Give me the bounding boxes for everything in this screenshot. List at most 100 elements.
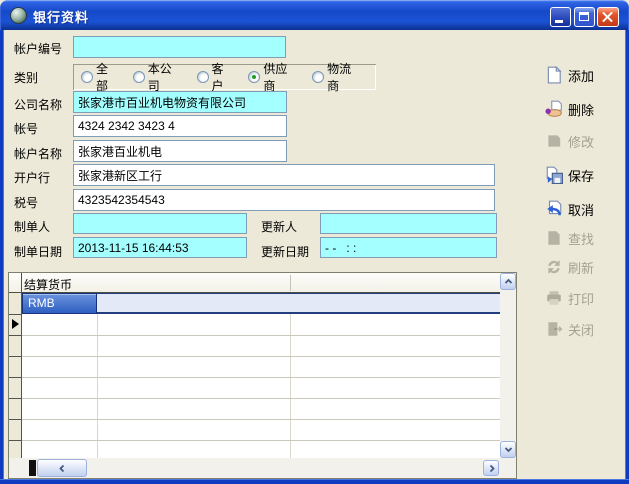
indicator-divider: [9, 398, 22, 399]
radio-option-4[interactable]: 物流商: [312, 60, 363, 94]
indicator-divider: [9, 440, 22, 441]
action-print-button: 打印: [545, 287, 621, 309]
grid-row-line: [22, 377, 507, 378]
radio-selected-icon: [248, 71, 260, 83]
radio-option-0[interactable]: 全部: [81, 60, 120, 94]
modify-icon: [545, 132, 563, 150]
grid-header-stub: [9, 273, 22, 293]
indicator-divider: [9, 377, 22, 378]
row-indicator-column: [9, 293, 22, 458]
close-button[interactable]: [597, 7, 619, 27]
bank-account-label: 帐号: [14, 120, 38, 137]
account-no-label: 帐户编号: [14, 40, 62, 57]
maximize-icon: [579, 12, 589, 21]
vertical-scrollbar[interactable]: [500, 273, 516, 458]
radio-option-3[interactable]: 供应商: [248, 60, 299, 94]
add-doc-icon: [545, 66, 563, 84]
tax-no-input[interactable]: [73, 189, 495, 211]
grid-row-line: [22, 398, 507, 399]
action-find-button: 查找: [545, 227, 621, 249]
tax-no-label: 税号: [14, 194, 38, 211]
minimize-button[interactable]: [550, 7, 571, 27]
indicator-divider: [9, 335, 22, 336]
scroll-up-button[interactable]: [500, 273, 516, 290]
account-no-input[interactable]: [73, 36, 286, 58]
currency-grid: 结算货币 RMB: [8, 272, 517, 479]
current-row-arrow-icon: [12, 319, 19, 329]
minimize-icon: [555, 20, 563, 23]
grid-row-line: [22, 356, 507, 357]
bank-branch-label: 开户行: [14, 169, 50, 186]
window-frame-right: [625, 30, 629, 484]
radio-icon: [197, 71, 209, 83]
radio-icon: [133, 71, 145, 83]
action-cancel-button[interactable]: 取消: [545, 198, 621, 220]
scroll-down-button[interactable]: [500, 441, 516, 458]
grid-cell-currency[interactable]: RMB: [22, 293, 97, 314]
find-icon: [545, 229, 563, 247]
action-label: 查找: [568, 229, 594, 248]
titlebar: 银行资料: [0, 0, 629, 30]
delete-hand-icon: [545, 100, 563, 118]
action-close-door-button: 关闭: [545, 318, 621, 340]
grid-row-line: [22, 335, 507, 336]
radio-option-label: 客户: [212, 60, 236, 94]
indicator-divider: [9, 419, 22, 420]
update-date-input[interactable]: [320, 237, 497, 258]
action-label: 删除: [568, 100, 594, 119]
cancel-icon: [545, 200, 563, 218]
close-door-icon: [545, 320, 563, 338]
action-label: 添加: [568, 66, 594, 85]
radio-option-1[interactable]: 本公司: [133, 60, 184, 94]
window-title: 银行资料: [33, 7, 89, 26]
category-label: 类别: [14, 69, 38, 86]
account-name-label: 帐户名称: [14, 145, 62, 162]
grid-column-header-currency[interactable]: 结算货币: [24, 276, 72, 293]
account-name-input[interactable]: [73, 140, 287, 162]
maximize-button[interactable]: [574, 7, 595, 27]
chevron-right-icon: [487, 464, 496, 473]
action-label: 关闭: [568, 320, 594, 339]
grid-row-line: [22, 419, 507, 420]
chevron-up-icon: [504, 277, 513, 286]
save-icon: [545, 166, 563, 184]
radio-option-2[interactable]: 客户: [197, 60, 236, 94]
window-frame-bottom: [0, 479, 629, 484]
scroll-right-button[interactable]: [483, 460, 499, 476]
update-date-label: 更新日期: [261, 243, 309, 260]
action-label: 取消: [568, 200, 594, 219]
indicator-divider: [9, 314, 22, 315]
grid-row-line: [22, 440, 507, 441]
action-save-button[interactable]: 保存: [545, 164, 621, 186]
creator-label: 制单人: [14, 218, 50, 235]
bank-branch-input[interactable]: [73, 164, 495, 186]
scroll-left-button[interactable]: [37, 459, 87, 477]
category-radio-group: 全部本公司客户供应商物流商: [73, 64, 376, 90]
window-frame-left: [0, 30, 4, 484]
creator-input[interactable]: [73, 213, 247, 234]
chevron-down-icon: [504, 445, 513, 454]
create-date-input[interactable]: [73, 237, 247, 258]
bank-account-input[interactable]: [73, 115, 287, 137]
company-name-label: 公司名称: [14, 96, 62, 113]
radio-option-label: 物流商: [327, 60, 363, 94]
radio-icon: [312, 71, 324, 83]
company-name-input[interactable]: [73, 91, 287, 113]
radio-icon: [81, 71, 93, 83]
grid-header-row: 结算货币: [9, 273, 500, 293]
grid-header-divider: [290, 275, 291, 291]
updater-input[interactable]: [320, 213, 497, 234]
refresh-icon: [545, 258, 563, 276]
action-delete-hand-button[interactable]: 删除: [545, 98, 621, 120]
print-icon: [545, 289, 563, 307]
action-label: 打印: [568, 289, 594, 308]
create-date-label: 制单日期: [14, 243, 62, 260]
scrollbar-thumb[interactable]: [29, 460, 36, 476]
radio-option-label: 供应商: [263, 60, 299, 94]
action-add-doc-button[interactable]: 添加: [545, 64, 621, 86]
action-refresh-button: 刷新: [545, 256, 621, 278]
radio-option-label: 本公司: [148, 60, 184, 94]
radio-option-label: 全部: [96, 60, 120, 94]
updater-label: 更新人: [261, 218, 297, 235]
action-label: 修改: [568, 132, 594, 151]
